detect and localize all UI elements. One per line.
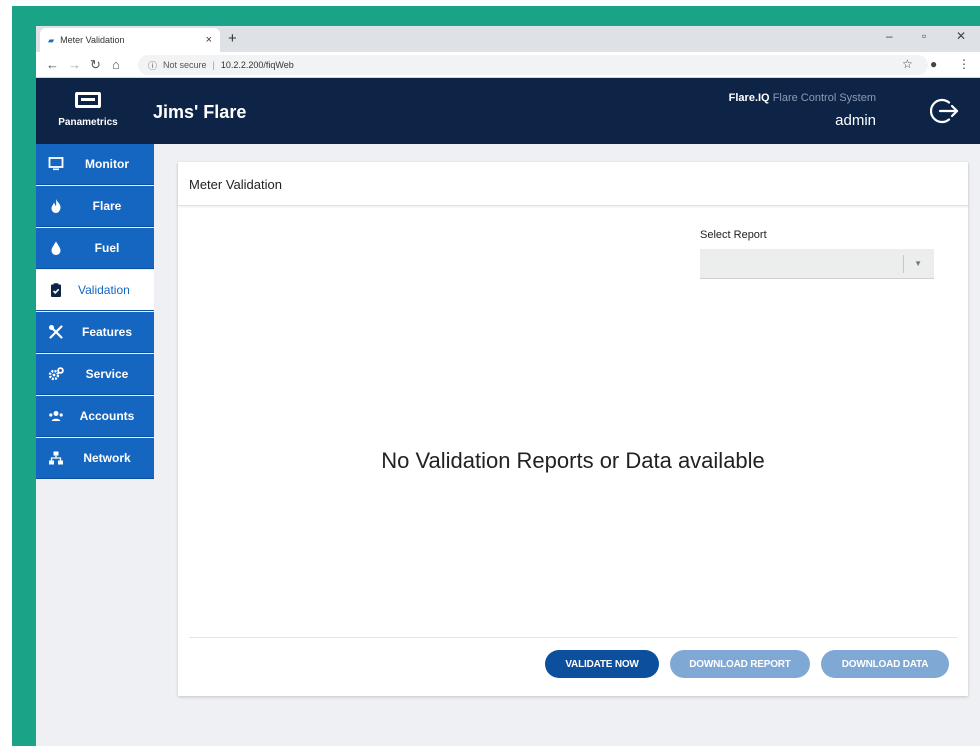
favicon-icon: ▰ xyxy=(48,35,55,45)
url-separator: | xyxy=(212,60,215,70)
users-icon xyxy=(49,411,63,421)
url-input[interactable]: ⓘ Not secure | 10.2.2.200/fiqWeb xyxy=(138,55,928,75)
select-report-dropdown[interactable]: ▼ xyxy=(700,249,934,279)
flame-icon xyxy=(51,199,61,213)
info-icon[interactable]: ⓘ xyxy=(148,59,157,72)
panametrics-logo[interactable]: Panametrics xyxy=(48,92,128,132)
validate-now-button[interactable]: VALIDATE NOW xyxy=(545,650,659,678)
reload-icon[interactable]: ↻ xyxy=(90,57,101,73)
browser-window: ▰ Meter Validation × + – ▫ ✕ ← → ↻ ⌂ ⓘ N… xyxy=(36,26,980,746)
sidebar: Monitor Flare Fuel Validation Features S… xyxy=(36,144,154,746)
home-icon[interactable]: ⌂ xyxy=(112,57,120,72)
sidebar-item-label: Flare xyxy=(92,199,122,213)
system-name: Flare.IQ Flare Control System xyxy=(729,92,876,104)
card-header: Meter Validation xyxy=(178,162,968,206)
sidebar-item-label: Accounts xyxy=(79,409,135,423)
browser-tab[interactable]: ▰ Meter Validation × xyxy=(40,28,220,52)
footer-divider xyxy=(189,637,957,638)
sidebar-item-label: Validation xyxy=(78,283,130,297)
logout-icon[interactable] xyxy=(930,96,960,126)
sidebar-item-features[interactable]: Features xyxy=(36,312,154,353)
sidebar-item-label: Fuel xyxy=(94,241,120,255)
meter-validation-card: Meter Validation Select Report ▼ No Vali… xyxy=(178,162,968,696)
app-header: Panametrics Jims' Flare Flare.IQ Flare C… xyxy=(36,78,980,144)
sidebar-item-accounts[interactable]: Accounts xyxy=(36,396,154,437)
chevron-down-icon[interactable]: ▼ xyxy=(914,259,922,268)
sidebar-item-flare[interactable]: Flare xyxy=(36,186,154,227)
monitor-icon xyxy=(48,157,64,171)
logo-text: Panametrics xyxy=(58,117,118,128)
sidebar-item-service[interactable]: Service xyxy=(36,354,154,395)
tools-icon xyxy=(49,325,63,339)
sidebar-item-validation[interactable]: Validation xyxy=(36,270,154,311)
url-text: 10.2.2.200/fiqWeb xyxy=(220,60,294,70)
bookmark-star-icon[interactable]: ☆ xyxy=(902,57,913,71)
tab-close-icon[interactable]: × xyxy=(206,34,212,46)
system-brand: Flare.IQ xyxy=(728,92,770,104)
empty-state-message: No Validation Reports or Data available xyxy=(381,448,765,473)
sidebar-item-label: Network xyxy=(83,451,131,465)
gears-icon xyxy=(48,367,64,381)
sidebar-item-fuel[interactable]: Fuel xyxy=(36,228,154,269)
download-data-button[interactable]: DOWNLOAD DATA xyxy=(821,650,949,678)
clipboard-check-icon xyxy=(51,283,61,297)
tab-title: Meter Validation xyxy=(60,35,125,45)
drop-icon xyxy=(51,241,61,255)
current-user: admin xyxy=(835,112,876,129)
minimize-icon[interactable]: – xyxy=(886,29,893,43)
page-title: Meter Validation xyxy=(189,177,282,192)
download-report-button[interactable]: DOWNLOAD REPORT xyxy=(670,650,810,678)
sidebar-item-monitor[interactable]: Monitor xyxy=(36,144,154,185)
address-bar: ← → ↻ ⌂ ⓘ Not secure | 10.2.2.200/fiqWeb… xyxy=(36,52,980,78)
menu-kebab-icon[interactable]: ⋮ xyxy=(958,57,970,71)
restore-icon[interactable]: ▫ xyxy=(922,29,926,43)
system-product: Flare Control System xyxy=(772,92,876,104)
network-icon xyxy=(49,451,63,465)
sidebar-item-label: Features xyxy=(81,325,133,339)
frame-left-edge xyxy=(0,0,12,746)
back-icon[interactable]: ← xyxy=(46,57,59,72)
site-title: Jims' Flare xyxy=(153,102,247,122)
sidebar-item-network[interactable]: Network xyxy=(36,438,154,479)
forward-icon[interactable]: → xyxy=(68,57,81,72)
sidebar-item-label: Service xyxy=(85,367,129,381)
security-label: Not secure xyxy=(163,60,207,70)
new-tab-button[interactable]: + xyxy=(228,30,237,47)
frame-top-edge xyxy=(0,0,980,6)
select-divider xyxy=(903,255,904,273)
sidebar-item-label: Monitor xyxy=(85,157,129,171)
window-close-icon[interactable]: ✕ xyxy=(956,29,966,43)
select-report-label: Select Report xyxy=(700,229,767,241)
logo-mark-icon xyxy=(75,92,101,108)
profile-icon[interactable]: ● xyxy=(930,57,937,71)
tab-strip: ▰ Meter Validation × + – ▫ ✕ xyxy=(36,26,980,52)
